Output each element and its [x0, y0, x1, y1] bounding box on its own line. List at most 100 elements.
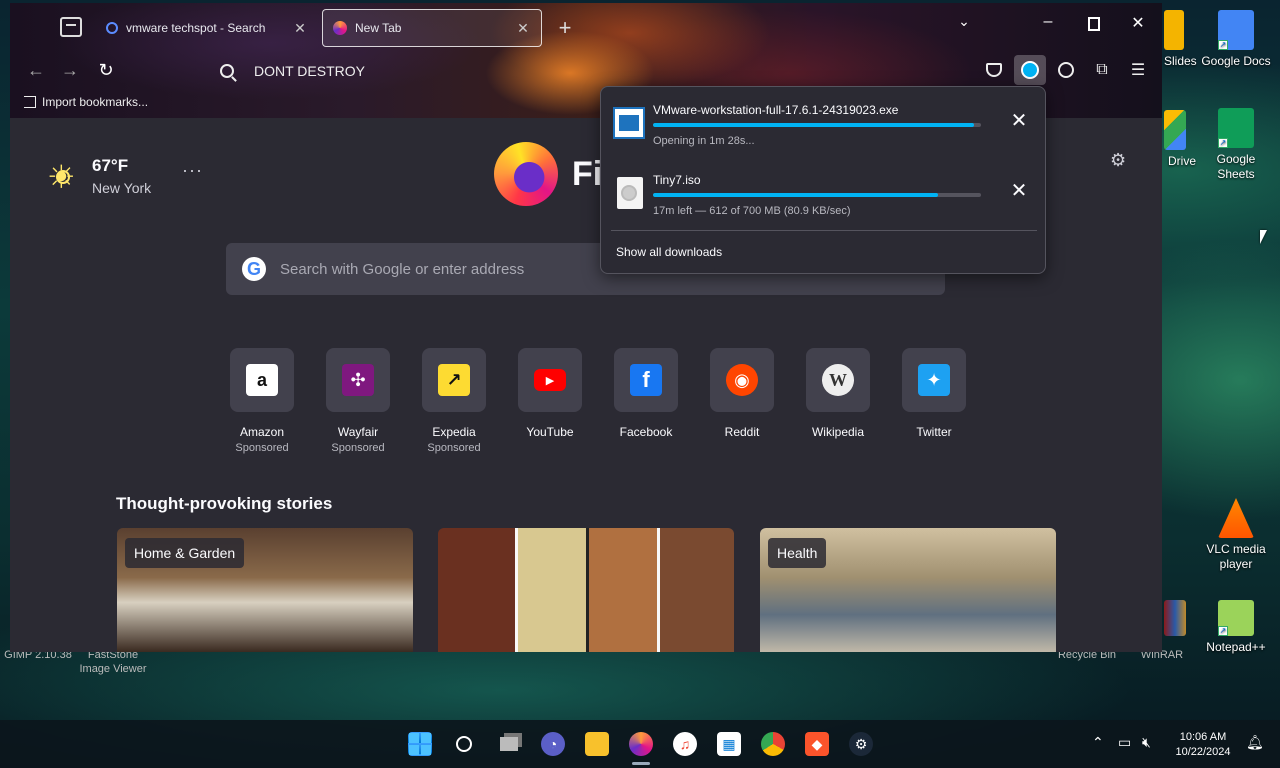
- search-placeholder: Search with Google or enter address: [280, 260, 525, 278]
- import-bookmarks-link[interactable]: Import bookmarks...: [24, 95, 148, 109]
- account-icon[interactable]: [1050, 55, 1082, 85]
- download-item[interactable]: Tiny7.iso 17m left — 612 of 700 MB (80.9…: [611, 167, 1037, 231]
- weather-temperature: 67°F: [92, 156, 129, 175]
- amazon-icon: a: [246, 364, 278, 396]
- top-site-youtube[interactable]: ▶ YouTube: [502, 348, 598, 454]
- weather-more-icon[interactable]: ···: [182, 160, 203, 181]
- extensions-icon[interactable]: ⧉: [1086, 55, 1118, 85]
- story-card-food[interactable]: [438, 528, 734, 652]
- close-window-icon[interactable]: ✕: [1124, 13, 1152, 33]
- chrome-icon[interactable]: [761, 732, 785, 756]
- story-card-home-garden[interactable]: Home & Garden: [117, 528, 413, 652]
- desktop-label-faststone: FastStone Image Viewer: [79, 649, 147, 675]
- import-icon: [24, 96, 36, 108]
- tab-vmware-search[interactable]: vmware techspot - Search ✕: [96, 9, 318, 47]
- firefox-wordmark: Fi: [572, 154, 603, 193]
- desktop-icon-notepadpp[interactable]: ↗ Notepad++: [1200, 600, 1272, 655]
- steam-icon[interactable]: ⚙: [849, 732, 873, 756]
- top-site-reddit[interactable]: ◉ Reddit: [694, 348, 790, 454]
- back-arrow-icon[interactable]: ←: [24, 58, 48, 82]
- search-favicon-icon: [106, 22, 118, 34]
- forward-arrow-icon[interactable]: →: [58, 58, 82, 82]
- download-progress-bar: [653, 193, 981, 197]
- download-status: Opening in 1m 28s...: [653, 135, 755, 147]
- top-site-facebook[interactable]: f Facebook: [598, 348, 694, 454]
- clock-date: 10/22/2024: [1175, 746, 1231, 758]
- firefox-view-icon[interactable]: [60, 17, 82, 37]
- active-app-indicator: [632, 762, 650, 765]
- google-docs-icon: ↗: [1218, 10, 1254, 50]
- network-icon[interactable]: ▭: [1118, 734, 1131, 751]
- winrar-icon: [1164, 600, 1186, 636]
- top-site-wayfair[interactable]: ✣ Wayfair Sponsored: [310, 348, 406, 454]
- google-icon: G: [242, 257, 266, 281]
- desktop-icon-google-docs[interactable]: ↗ Google Docs: [1200, 10, 1272, 69]
- google-drive-icon: [1164, 110, 1186, 150]
- taskbar-clock[interactable]: 10:06 AM 10/22/2024: [1168, 730, 1238, 760]
- url-bar-text: DONT DESTROY: [254, 63, 365, 79]
- itunes-icon[interactable]: ♫: [673, 732, 697, 756]
- desktop-icon-google-sheets[interactable]: ↗ Google Sheets: [1200, 108, 1272, 182]
- expedia-icon: ↗: [438, 364, 470, 396]
- maximize-icon[interactable]: [1088, 17, 1100, 31]
- notepadpp-icon: ↗: [1218, 600, 1254, 636]
- download-progress-bar: [653, 123, 981, 127]
- story-category-badge: Home & Garden: [125, 538, 245, 568]
- close-tab-icon[interactable]: ✕: [515, 20, 531, 37]
- desktop-icon-winrar-partial[interactable]: [1164, 600, 1186, 640]
- reddit-icon: ◉: [726, 364, 758, 396]
- teams-chat-icon[interactable]: ◔: [541, 732, 565, 756]
- iso-file-icon: [617, 177, 643, 209]
- download-filename: Tiny7.iso: [653, 173, 701, 187]
- cancel-download-icon[interactable]: ✕: [1009, 111, 1029, 131]
- divider: [611, 230, 1037, 231]
- windows-start-icon[interactable]: [408, 732, 432, 756]
- reload-icon[interactable]: ↻: [94, 58, 118, 82]
- volume-muted-icon[interactable]: 🔇︎: [1142, 734, 1151, 751]
- stories-heading: Thought-provoking stories: [116, 494, 333, 513]
- search-icon: [220, 64, 234, 78]
- search-icon[interactable]: [452, 732, 476, 756]
- weather-city: New York: [92, 180, 152, 196]
- menu-hamburger-icon[interactable]: ☰: [1122, 55, 1154, 85]
- url-bar[interactable]: DONT DESTROY: [208, 55, 968, 87]
- task-view-icon[interactable]: [497, 732, 521, 756]
- show-all-downloads-link[interactable]: Show all downloads: [616, 245, 722, 259]
- google-slides-icon: [1164, 10, 1184, 50]
- new-tab-plus-icon[interactable]: +: [554, 15, 576, 41]
- list-all-tabs-chevron-icon[interactable]: ⌄: [950, 13, 978, 30]
- top-site-expedia[interactable]: ↗ Expedia Sponsored: [406, 348, 502, 454]
- minimize-icon[interactable]: –: [1034, 13, 1062, 31]
- exe-file-icon: [613, 107, 645, 139]
- firefox-taskbar-icon[interactable]: [629, 732, 653, 756]
- pocket-icon[interactable]: [978, 55, 1010, 85]
- top-site-amazon[interactable]: a Amazon Sponsored: [214, 348, 310, 454]
- firefox-favicon-icon: [333, 21, 347, 35]
- download-filename: VMware-workstation-full-17.6.1-24319023.…: [653, 103, 899, 117]
- top-site-wikipedia[interactable]: W Wikipedia: [790, 348, 886, 454]
- cancel-download-icon[interactable]: ✕: [1009, 181, 1029, 201]
- brave-icon[interactable]: ◆: [805, 732, 829, 756]
- facebook-icon: f: [630, 364, 662, 396]
- microsoft-store-icon[interactable]: ▦: [717, 732, 741, 756]
- download-item[interactable]: VMware-workstation-full-17.6.1-24319023.…: [611, 97, 1037, 161]
- taskbar: ◔ ♫ ▦ ◆ ⚙ ⌃ ▭ 🔇︎ 10:06 AM 10/22/2024 🔔︎: [0, 720, 1280, 768]
- mouse-cursor: [1260, 230, 1267, 244]
- story-card-health[interactable]: Health: [760, 528, 1056, 652]
- desktop-icon-vlc[interactable]: VLC media player: [1200, 498, 1272, 572]
- show-hidden-icons-chevron-icon[interactable]: ⌃: [1092, 734, 1104, 751]
- clock-time: 10:06 AM: [1179, 731, 1227, 743]
- tab-new-tab[interactable]: New Tab ✕: [322, 9, 542, 47]
- twitter-icon: ✦: [918, 364, 950, 396]
- weather-widget[interactable]: 67°F New York: [47, 156, 152, 196]
- youtube-icon: ▶: [534, 369, 566, 391]
- notification-bell-icon[interactable]: 🔔︎: [1246, 734, 1264, 751]
- vlc-icon: [1218, 498, 1254, 538]
- downloads-panel: VMware-workstation-full-17.6.1-24319023.…: [600, 86, 1046, 274]
- wikipedia-icon: W: [822, 364, 854, 396]
- file-explorer-icon[interactable]: [585, 732, 609, 756]
- gear-icon[interactable]: ⚙: [1110, 150, 1126, 171]
- top-site-twitter[interactable]: ✦ Twitter: [886, 348, 982, 454]
- close-tab-icon[interactable]: ✕: [292, 20, 308, 37]
- downloads-button[interactable]: [1014, 55, 1046, 85]
